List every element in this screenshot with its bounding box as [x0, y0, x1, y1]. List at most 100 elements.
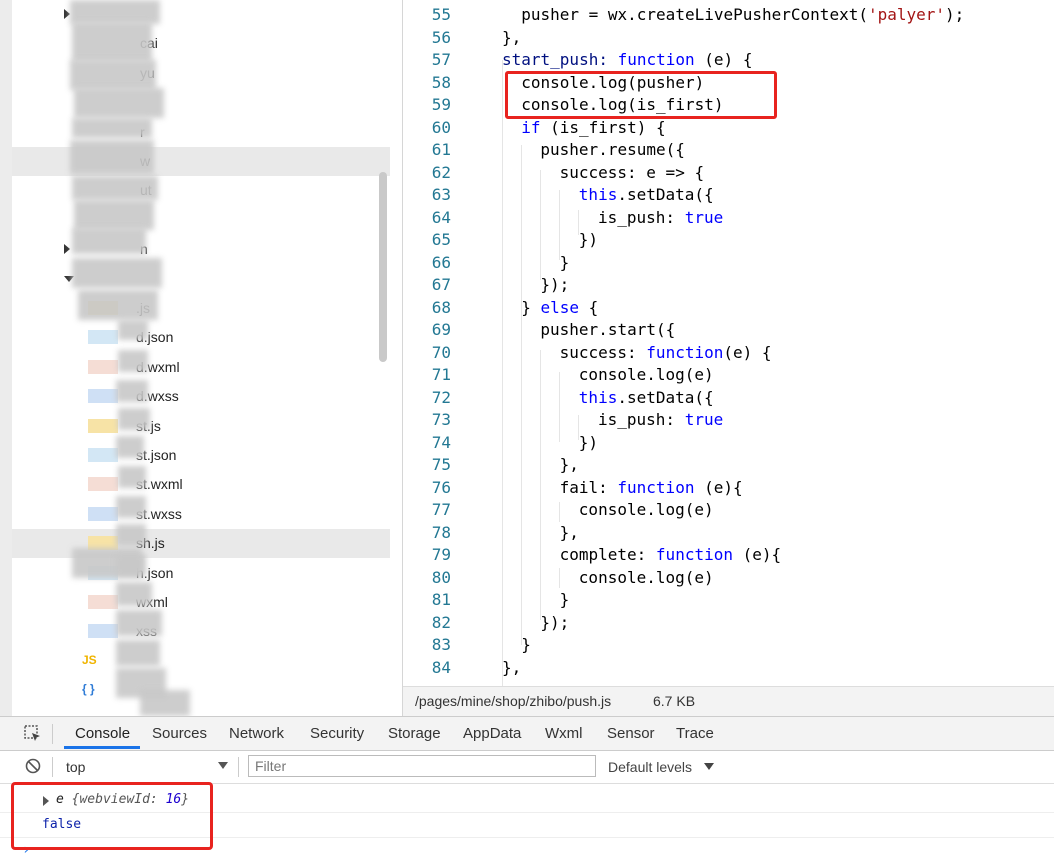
- file-tree-item[interactable]: JS: [12, 647, 390, 676]
- code-line[interactable]: 75},: [403, 454, 1054, 476]
- line-number: 62: [431, 162, 451, 182]
- file-tree-item[interactable]: st.wxss: [12, 500, 390, 529]
- line-number: 64: [431, 207, 451, 227]
- file-tree-item[interactable]: r: [12, 118, 390, 147]
- code-line[interactable]: 82});: [403, 612, 1054, 634]
- inspect-element-icon[interactable]: [24, 725, 42, 743]
- file-tree-item[interactable]: w: [12, 147, 390, 176]
- tab-network[interactable]: Network: [229, 725, 284, 742]
- file-tree-item[interactable]: st.js: [12, 412, 390, 441]
- code-text: this.setData({: [579, 184, 714, 206]
- code-line[interactable]: 72 this.setData({: [403, 387, 1054, 409]
- tab-storage[interactable]: Storage: [388, 725, 441, 742]
- code-token: (e){: [732, 545, 782, 564]
- code-token: }: [559, 252, 570, 272]
- line-number: 80: [431, 567, 451, 587]
- file-tree-item[interactable]: st.wxml: [12, 470, 390, 499]
- code-line[interactable]: 62 success: e => {: [403, 162, 1054, 184]
- line-number: 66: [431, 252, 451, 272]
- file-tree-item[interactable]: .js: [12, 294, 390, 323]
- chevron-down-icon[interactable]: [704, 763, 714, 770]
- chevron-down-icon: [218, 762, 228, 769]
- code-line[interactable]: 81}: [403, 589, 1054, 611]
- file-tree-item[interactable]: ut: [12, 176, 390, 205]
- code-line[interactable]: 57 start_push: function (e) {: [403, 49, 1054, 71]
- chevron-right-icon[interactable]: [64, 244, 70, 255]
- code-line[interactable]: 73 is_push: true: [403, 409, 1054, 431]
- code-line[interactable]: 55 pusher = wx.createLivePusherContext('p…: [403, 4, 1054, 26]
- code-line[interactable]: 79 complete: function (e){: [403, 544, 1054, 566]
- file-path: /pages/mine/shop/zhibo/push.js: [415, 693, 612, 709]
- code-token: else: [540, 297, 579, 317]
- code-line[interactable]: 63 this.setData({: [403, 184, 1054, 206]
- code-line[interactable]: 61 pusher.resume({: [403, 139, 1054, 161]
- code-token: this: [578, 387, 618, 407]
- editor-status-bar: /pages/mine/shop/zhibo/push.js 6.7 KB: [403, 686, 1054, 717]
- code-line[interactable]: 74}): [403, 432, 1054, 454]
- tab-appdata[interactable]: AppData: [463, 725, 521, 742]
- clear-console-icon[interactable]: [25, 758, 41, 774]
- code-token: }: [521, 635, 531, 654]
- code-line[interactable]: 80 console.log(e): [403, 567, 1054, 589]
- file-tree-item[interactable]: [12, 265, 390, 294]
- code-line[interactable]: 69 pusher.start({: [403, 319, 1054, 341]
- code-line[interactable]: 60 if (is_first) {: [403, 117, 1054, 139]
- code-line[interactable]: 71 console.log(e): [403, 364, 1054, 386]
- file-tree-item[interactable]: h.json: [12, 559, 390, 588]
- file-tree-item[interactable]: d.wxss: [12, 382, 390, 411]
- code-token: success: e => {: [559, 162, 705, 182]
- tab-security[interactable]: Security: [310, 725, 364, 742]
- file-tree-item[interactable]: n: [12, 235, 390, 264]
- code-line[interactable]: 76 fail: function (e){: [403, 477, 1054, 499]
- code-text: console.log(e): [579, 364, 714, 386]
- file-tree: caiyu rwut n .jsd.jsond.wxmld.wxssst.jsst.j…: [12, 0, 402, 716]
- tab-console[interactable]: Console: [75, 725, 130, 742]
- code-line[interactable]: 78},: [403, 522, 1054, 544]
- tab-trace[interactable]: Trace: [676, 725, 714, 742]
- tab-sources[interactable]: Sources: [152, 725, 207, 742]
- code-line[interactable]: 56},: [403, 27, 1054, 49]
- code-text: },: [560, 454, 579, 476]
- code-line[interactable]: 83}: [403, 634, 1054, 656]
- tab-wxml[interactable]: Wxml: [545, 725, 583, 742]
- file-size: 6.7 KB: [653, 693, 696, 709]
- file-tree-item[interactable]: xss: [12, 617, 390, 646]
- code-line[interactable]: 84},: [403, 657, 1054, 679]
- code-line[interactable]: 77 console.log(e): [403, 499, 1054, 521]
- redaction-mosaic: [74, 200, 154, 230]
- indent-guide: [559, 190, 560, 260]
- code-token: }): [578, 230, 599, 249]
- code-text: pusher.start({: [540, 319, 675, 341]
- code-line[interactable]: 68} else {: [403, 297, 1054, 319]
- file-tree-item[interactable]: d.wxml: [12, 353, 390, 382]
- code-line[interactable]: 65}): [403, 229, 1054, 251]
- code-token: is_push:: [598, 410, 685, 429]
- json-file-icon: [88, 330, 118, 345]
- code-line[interactable]: 67});: [403, 274, 1054, 296]
- redaction-mosaic: [70, 0, 160, 24]
- file-tree-item[interactable]: [12, 0, 390, 29]
- file-tree-item[interactable]: yu: [12, 59, 390, 88]
- code-token: function: [655, 545, 733, 564]
- indent-guide: [540, 170, 541, 280]
- file-tree-item[interactable]: wxml: [12, 588, 390, 617]
- console-filter-input[interactable]: [248, 755, 596, 777]
- redaction-mosaic: [70, 140, 154, 174]
- file-tree-item[interactable]: [12, 88, 390, 117]
- code-line[interactable]: 64 is_push: true: [403, 207, 1054, 229]
- code-token: },: [502, 657, 522, 677]
- file-tree-item[interactable]: cai: [12, 29, 390, 58]
- code-line[interactable]: 66}: [403, 252, 1054, 274]
- file-tree-item[interactable]: d.json: [12, 323, 390, 352]
- indent-guide: [578, 415, 579, 440]
- tab-sensor[interactable]: Sensor: [607, 725, 655, 742]
- file-tree-scrollbar[interactable]: [379, 172, 387, 362]
- file-tree-item[interactable]: { }: [12, 676, 390, 705]
- file-tree-item[interactable]: sh.js: [12, 529, 390, 559]
- log-levels-dropdown[interactable]: Default levels: [608, 759, 692, 775]
- file-tree-item[interactable]: st.json: [12, 441, 390, 470]
- code-text: is_push: true: [598, 409, 723, 431]
- context-selector[interactable]: top: [60, 756, 232, 778]
- code-line[interactable]: 70 success: function(e) {: [403, 342, 1054, 364]
- file-tree-item[interactable]: [12, 206, 390, 235]
